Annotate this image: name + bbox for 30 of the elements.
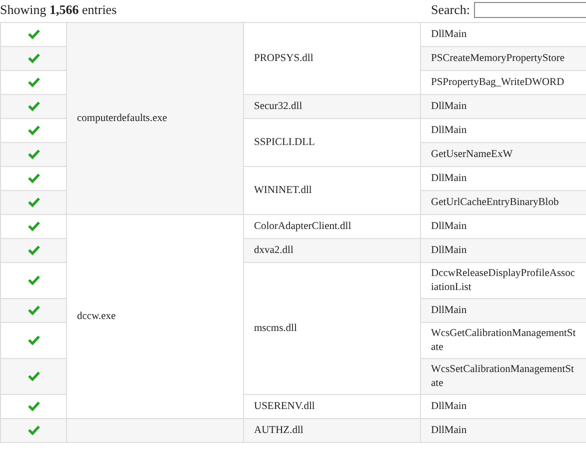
entries-summary: Showing 1,566 entries	[0, 2, 117, 18]
function-cell: DccwReleaseDisplayProfileAssociationList	[420, 262, 586, 298]
executable-cell: computerdefaults.exe	[66, 22, 244, 214]
dll-cell: SSPICLI.DLL	[244, 118, 420, 166]
function-cell: DllMain	[420, 418, 586, 442]
search-field[interactable]	[474, 2, 586, 18]
function-cell: WcsSetCalibrationManagementState	[420, 358, 586, 394]
function-cell: DllMain	[420, 298, 586, 322]
function-cell: WcsGetCalibrationManagementState	[420, 322, 586, 358]
dll-cell: WININET.dll	[244, 166, 420, 214]
executable-cell: dccw.exe	[66, 214, 244, 418]
search-label: Search:	[431, 2, 470, 18]
function-cell: DllMain	[420, 22, 586, 46]
dll-cell: dxva2.dll	[244, 238, 420, 262]
function-cell: DllMain	[420, 394, 586, 418]
function-cell: DllMain	[420, 118, 586, 142]
function-cell: GetUserNameExW	[420, 142, 586, 166]
dll-cell: Secur32.dll	[244, 94, 420, 118]
function-cell: PSPropertyBag_WriteDWORD	[420, 70, 586, 94]
dll-cell: mscms.dll	[244, 262, 420, 394]
dll-cell: PROPSYS.dll	[244, 22, 420, 94]
function-cell: DllMain	[420, 214, 586, 238]
dll-cell: AUTHZ.dll	[244, 418, 420, 442]
function-cell: DllMain	[420, 94, 586, 118]
function-cell: GetUrlCacheEntryBinaryBlob	[420, 190, 586, 214]
dll-cell: USERENV.dll	[244, 394, 420, 418]
function-cell: PSCreateMemoryPropertyStore	[420, 46, 586, 70]
function-cell: DllMain	[420, 238, 586, 262]
function-cell: DllMain	[420, 166, 586, 190]
dll-cell: ColorAdapterClient.dll	[244, 214, 420, 238]
